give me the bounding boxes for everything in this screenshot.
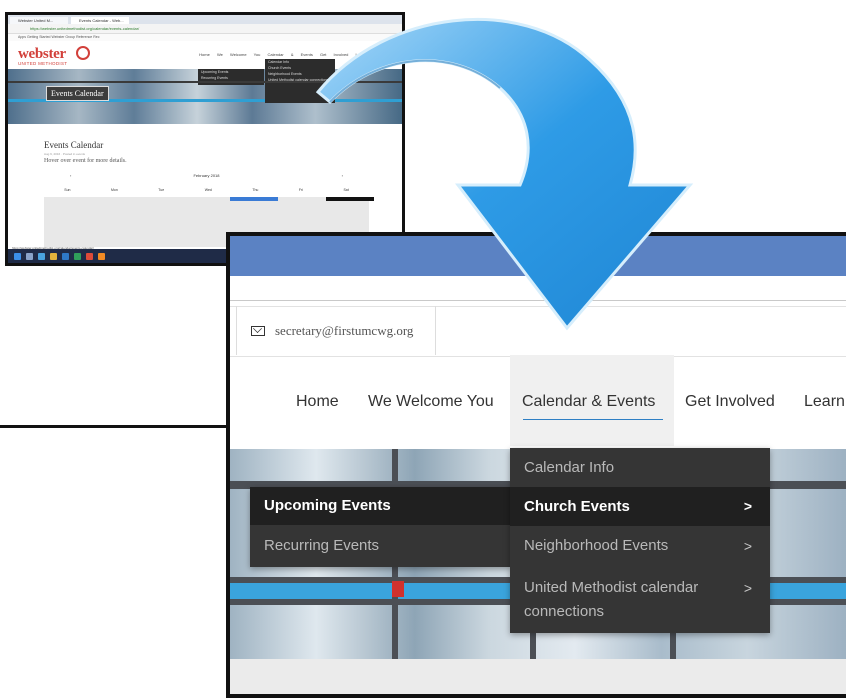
page-meta: Aug 9, 2016 · Posted in events [44,152,86,156]
menu-item-label: connections [524,603,605,620]
nav-we-welcome-you[interactable]: We Welcome You [368,393,494,411]
menu-item-church-events[interactable]: Church Events > [510,487,770,526]
calendar-next-button[interactable]: › [342,173,343,178]
menu-item-upcoming-events[interactable]: Upcoming Events [250,487,512,525]
envelope-icon [251,325,265,336]
weekday-label: Sat [343,188,349,192]
frame-divider [0,425,230,428]
menu-item-recurring-events[interactable]: Recurring Events [250,525,512,567]
nav-get-involved[interactable]: Get Involved [685,393,775,411]
menu-item-neighborhood-events[interactable]: Neighborhood Events > [510,526,770,566]
chevron-right-icon: > [743,538,752,554]
word-icon[interactable] [62,252,69,260]
page-hint: Hover over event for more details. [44,158,127,164]
zoomed-screenshot: secretary@firstumcwg.org Home We Welcome… [226,232,846,698]
browser-tab[interactable]: Webster United M... [10,17,68,24]
menu-item-umc-calendar-connections[interactable]: United Methodist calendar connections > [510,568,770,630]
bookmarks-bar: Apps Getting Started Webster Group Refer… [8,34,402,41]
app-icon[interactable] [98,252,105,260]
weekday-label: Mon [110,188,118,192]
calendar-event-bar[interactable] [326,197,374,201]
menu-item-label: United Methodist calendar [524,579,699,596]
page-title: Events Calendar [44,140,104,150]
site-nav[interactable]: Home We Welcome You Calendar & Events Ge… [199,52,392,57]
mini-dropdown-right: Calendar Info Church Events Neighborhood… [265,59,335,103]
calendar-prev-button[interactable]: ‹ [70,173,71,178]
browser-titlebar [230,236,846,276]
site-logo-subtitle: UNITED METHODIST [18,61,68,66]
mini-dropdown-item[interactable]: Recurring Events [201,75,264,81]
weekday-label: Thu [252,188,259,192]
red-glass [392,581,404,597]
address-bar[interactable]: https://webster.unitedmethodist.org/cale… [8,24,402,34]
nav-active-underline [523,419,663,420]
chevron-right-icon: > [743,580,752,596]
excel-icon[interactable] [74,252,81,260]
mini-dropdown-left: Upcoming Events Recurring Events [198,69,264,85]
folder-icon[interactable] [50,252,57,260]
blue-glass [230,583,392,599]
weekday-label: Sun [64,188,71,192]
start-icon[interactable] [14,252,21,260]
nav-calendar-events[interactable]: Calendar & Events [522,393,655,411]
site-header: webster UNITED METHODIST Home We Welcome… [8,41,402,69]
calendar-month: February 2018 [193,173,220,178]
calendar-today-highlight [230,197,278,201]
edge-icon[interactable] [38,252,45,260]
menu-item-label: Neighborhood Events [524,537,669,554]
email-contact[interactable]: secretary@firstumcwg.org [236,306,436,355]
hero-banner: Events Calendar Upcoming Events Recurrin… [8,59,402,124]
nav-home[interactable]: Home [296,393,339,411]
calendar-header: ‹ February 2018 › [44,173,369,178]
search-icon[interactable] [26,252,33,260]
cross-flame-icon [76,46,90,60]
weekday-label: Wed [204,188,212,192]
dropdown-calendar-submenu: Upcoming Events Recurring Events [250,487,512,567]
divider [230,300,846,301]
weekday-label: Fri [298,188,303,192]
chrome-icon[interactable] [86,252,93,260]
chevron-right-icon: > [743,498,752,514]
content-strip [230,659,846,694]
calendar-weekdays: Sun Mon Tue Wed Thu Fri Sat [44,188,369,194]
browser-tab-strip: Webster United M... Events Calendar - We… [8,15,402,24]
weekday-label: Tue [158,188,165,192]
menu-item-label: Church Events [524,498,630,515]
dropdown-calendar-events: Calendar Info Church Events > Neighborho… [510,448,770,633]
browser-tab-active[interactable]: Events Calendar - Web... [71,17,129,24]
hero-title: Events Calendar [46,86,109,101]
email-address[interactable]: secretary@firstumcwg.org [275,323,413,339]
mini-dropdown-item[interactable]: United Methodist calendar connections [268,77,335,83]
small-screenshot: Webster United M... Events Calendar - We… [5,12,405,266]
menu-item-calendar-info[interactable]: Calendar Info [510,448,770,487]
nav-learn[interactable]: Learn [804,393,845,411]
